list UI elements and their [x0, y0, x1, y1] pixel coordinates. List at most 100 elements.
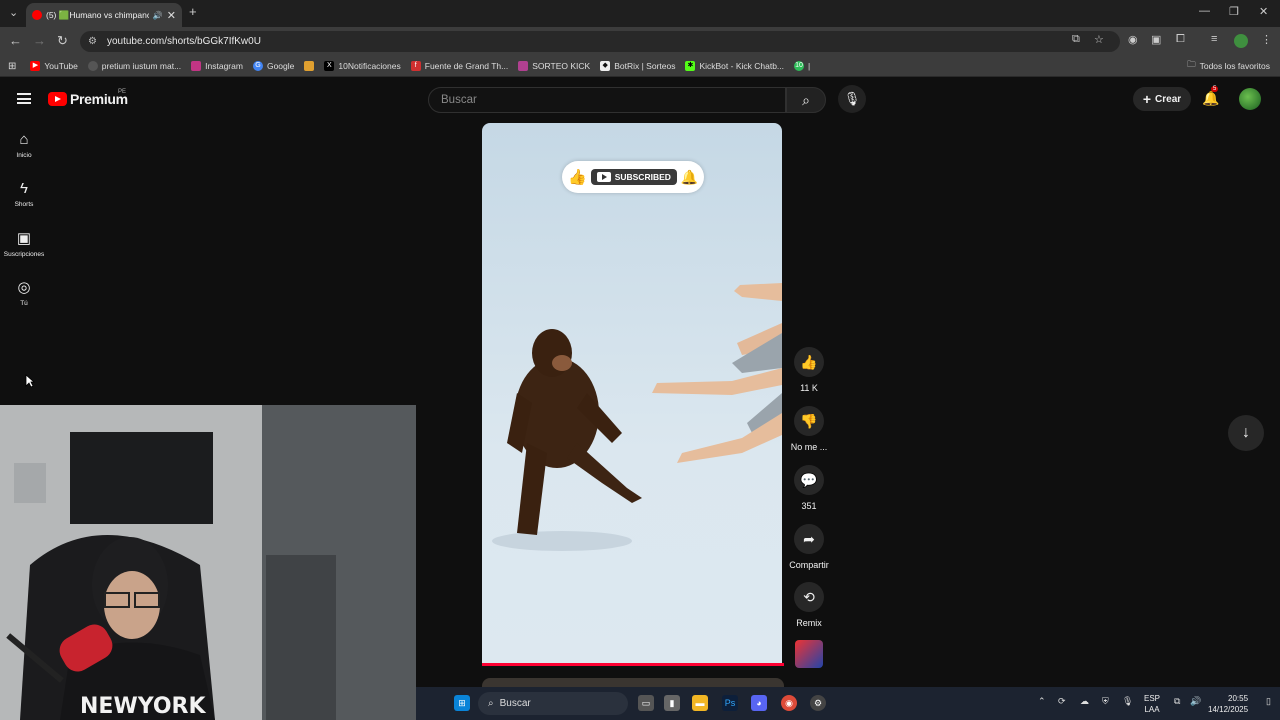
all-favorites[interactable]: 🗀 Todos los favoritos — [1187, 59, 1270, 73]
minimize-icon[interactable]: — — [1199, 5, 1210, 17]
sidebar-item-suscripciones[interactable]: ▣ Suscripciones — [0, 229, 48, 258]
bookmark-label: 10Notificaciones — [338, 61, 401, 71]
youtube-favicon-icon — [32, 10, 42, 20]
next-video-button[interactable]: ↓ — [1228, 415, 1264, 451]
windows-start-icon[interactable]: ⊞ — [454, 695, 470, 711]
clock[interactable]: 20:55 14/12/2025 — [1208, 693, 1248, 715]
voice-search-button[interactable]: 🎙 — [838, 85, 866, 113]
site-info-icon[interactable]: ⚙ — [88, 36, 97, 47]
bookmark-instagram[interactable]: Instagram — [191, 61, 243, 71]
forward-icon[interactable]: → — [33, 33, 46, 48]
dislike-label: No me ... — [790, 442, 828, 452]
extension-2-icon[interactable]: ▣ — [1151, 33, 1161, 46]
bookmark-sorteo-kick[interactable]: SORTEO KICK — [518, 61, 590, 71]
youtube-premium-logo[interactable]: Premium PE — [48, 89, 128, 107]
short-video-player[interactable]: 👍 SUBSCRIBED 🔔 — [482, 123, 782, 666]
tab-title: (5) 🟩Humano vs chimpancé — [46, 9, 149, 20]
bookmark-botrix[interactable]: ◆ BotRix | Sorteos — [600, 61, 675, 71]
thumbs-down-icon: 👎 — [794, 406, 824, 436]
channel-avatar[interactable] — [786, 640, 832, 668]
f-icon: f — [410, 61, 421, 71]
sidebar-item-tu[interactable]: ◎ Tú — [0, 278, 48, 307]
search-button[interactable]: ⌕ — [786, 87, 826, 113]
bookmark-pinwheel[interactable] — [304, 61, 315, 71]
new-tab-button[interactable]: + — [189, 4, 197, 19]
comments-button[interactable]: 💬 351 — [786, 465, 832, 511]
sidebar-item-label: Suscripciones — [3, 251, 45, 258]
file-explorer-icon[interactable]: ▬ — [692, 695, 708, 711]
sidebar-item-label: Tú — [20, 300, 28, 307]
install-app-icon[interactable]: ⧉ — [1072, 33, 1080, 46]
taskbar-search[interactable]: ⌕ Buscar — [478, 692, 628, 715]
tray-chevron-icon[interactable]: ⌃ — [1038, 696, 1046, 707]
microphone-icon[interactable]: 🎙 — [1122, 696, 1133, 707]
browser-menu-icon[interactable]: ⋮ — [1261, 33, 1272, 46]
app-2-icon[interactable]: ⚙ — [810, 695, 826, 711]
profile-avatar[interactable] — [1234, 34, 1248, 48]
discord-icon[interactable]: ◕ — [751, 695, 767, 711]
sidebar-item-inicio[interactable]: ⌂ Inicio — [0, 131, 48, 159]
like-button[interactable]: 👍 11 K — [786, 347, 832, 393]
notifications-center-icon[interactable]: ▯ — [1266, 696, 1271, 707]
youtube-logo-icon — [48, 92, 67, 106]
notifications-button[interactable]: 🔔 5 — [1202, 86, 1220, 107]
bookmark-kickbot[interactable]: ✱ KickBot - Kick Chatb... — [685, 61, 784, 71]
search-icon: ⌕ — [802, 92, 810, 108]
bookmark-youtube[interactable]: ▶ YouTube — [30, 61, 78, 71]
network-icon[interactable]: ⧉ — [1174, 696, 1180, 707]
bookmark-label: Google — [266, 61, 295, 71]
svg-text:NEWYORK: NEWYORK — [80, 694, 206, 719]
folder-icon: 🗀 — [1187, 59, 1196, 69]
extensions-puzzle-icon[interactable]: ⧠ — [1176, 33, 1185, 46]
sidebar-item-label: Inicio — [16, 152, 32, 159]
language-indicator[interactable]: ESP LAA — [1144, 693, 1160, 715]
bookmark-10[interactable]: 10 | — [794, 61, 810, 71]
tray-app-icon[interactable]: ⟳ — [1058, 696, 1066, 707]
defender-icon[interactable]: ⛨ — [1102, 696, 1109, 707]
you-icon: ◎ — [17, 279, 31, 296]
photoshop-icon[interactable]: Ps — [722, 695, 738, 711]
comments-count: 351 — [801, 501, 817, 511]
remix-button[interactable]: ⟲ Remix — [786, 582, 832, 628]
bookmark-fuente[interactable]: f Fuente de Grand Th... — [410, 61, 508, 71]
tab-active[interactable]: (5) 🟩Humano vs chimpancé 🔊 ✕ — [26, 3, 182, 27]
all-favorites-label: Todos los favoritos — [1199, 61, 1270, 71]
url-text: youtube.com/shorts/bGGk7IfKw0U — [106, 36, 261, 47]
address-bar[interactable]: ⚙ youtube.com/shorts/bGGk7IfKw0U — [80, 31, 1120, 52]
video-progress-bar[interactable] — [482, 663, 784, 666]
tab-close-icon[interactable]: ✕ — [167, 9, 176, 22]
bookmark-star-icon[interactable]: ☆ — [1094, 33, 1104, 46]
bell-icon: 🔔 — [1202, 90, 1220, 106]
tab-search-chevron-icon[interactable]: ⌄ — [9, 6, 18, 19]
reload-icon[interactable]: ↻ — [57, 33, 68, 49]
share-button[interactable]: ➦ Compartir — [786, 524, 832, 570]
google-icon: G — [252, 61, 263, 71]
media-control-icon[interactable]: ≡ — [1211, 33, 1217, 45]
comment-icon: 💬 — [794, 465, 824, 495]
browser-toolbar: ← → ↻ ⚙ youtube.com/shorts/bGGk7IfKw0U ⧉… — [0, 27, 1280, 56]
sidebar-item-shorts[interactable]: ϟ Shorts — [0, 180, 48, 208]
task-view-icon[interactable]: ▭ — [638, 695, 654, 711]
create-button[interactable]: + Crear — [1133, 87, 1191, 111]
back-icon[interactable]: ← — [9, 33, 22, 48]
app-icon[interactable]: ▮ — [664, 695, 680, 711]
volume-icon[interactable]: 🔊 — [1190, 696, 1201, 707]
window-close-icon[interactable]: ✕ — [1259, 5, 1268, 18]
avatar[interactable] — [1239, 88, 1261, 110]
restore-icon[interactable]: ❐ — [1229, 5, 1239, 18]
chrome-icon[interactable]: ◉ — [781, 695, 797, 711]
dislike-button[interactable]: 👎 No me ... — [786, 406, 832, 452]
speaker-icon[interactable]: 🔊 — [153, 11, 163, 20]
bookmark-label: SORTEO KICK — [532, 61, 591, 71]
bookmark-google[interactable]: G Google — [252, 61, 295, 71]
bookmark-pretium[interactable]: pretium iustum mat... — [87, 61, 181, 71]
globe-icon — [87, 61, 98, 71]
apps-grid-icon[interactable]: ⊞ — [8, 61, 16, 72]
hamburger-menu-icon[interactable] — [17, 93, 31, 104]
keyboard-layout-label: LAA — [1144, 705, 1160, 714]
bookmark-x[interactable]: X 10Notificaciones — [324, 61, 401, 71]
plus-icon: + — [1142, 91, 1152, 107]
onedrive-icon[interactable]: ☁ — [1080, 696, 1089, 707]
search-input[interactable]: Buscar — [428, 87, 786, 113]
extension-icon[interactable]: ◉ — [1128, 33, 1138, 46]
